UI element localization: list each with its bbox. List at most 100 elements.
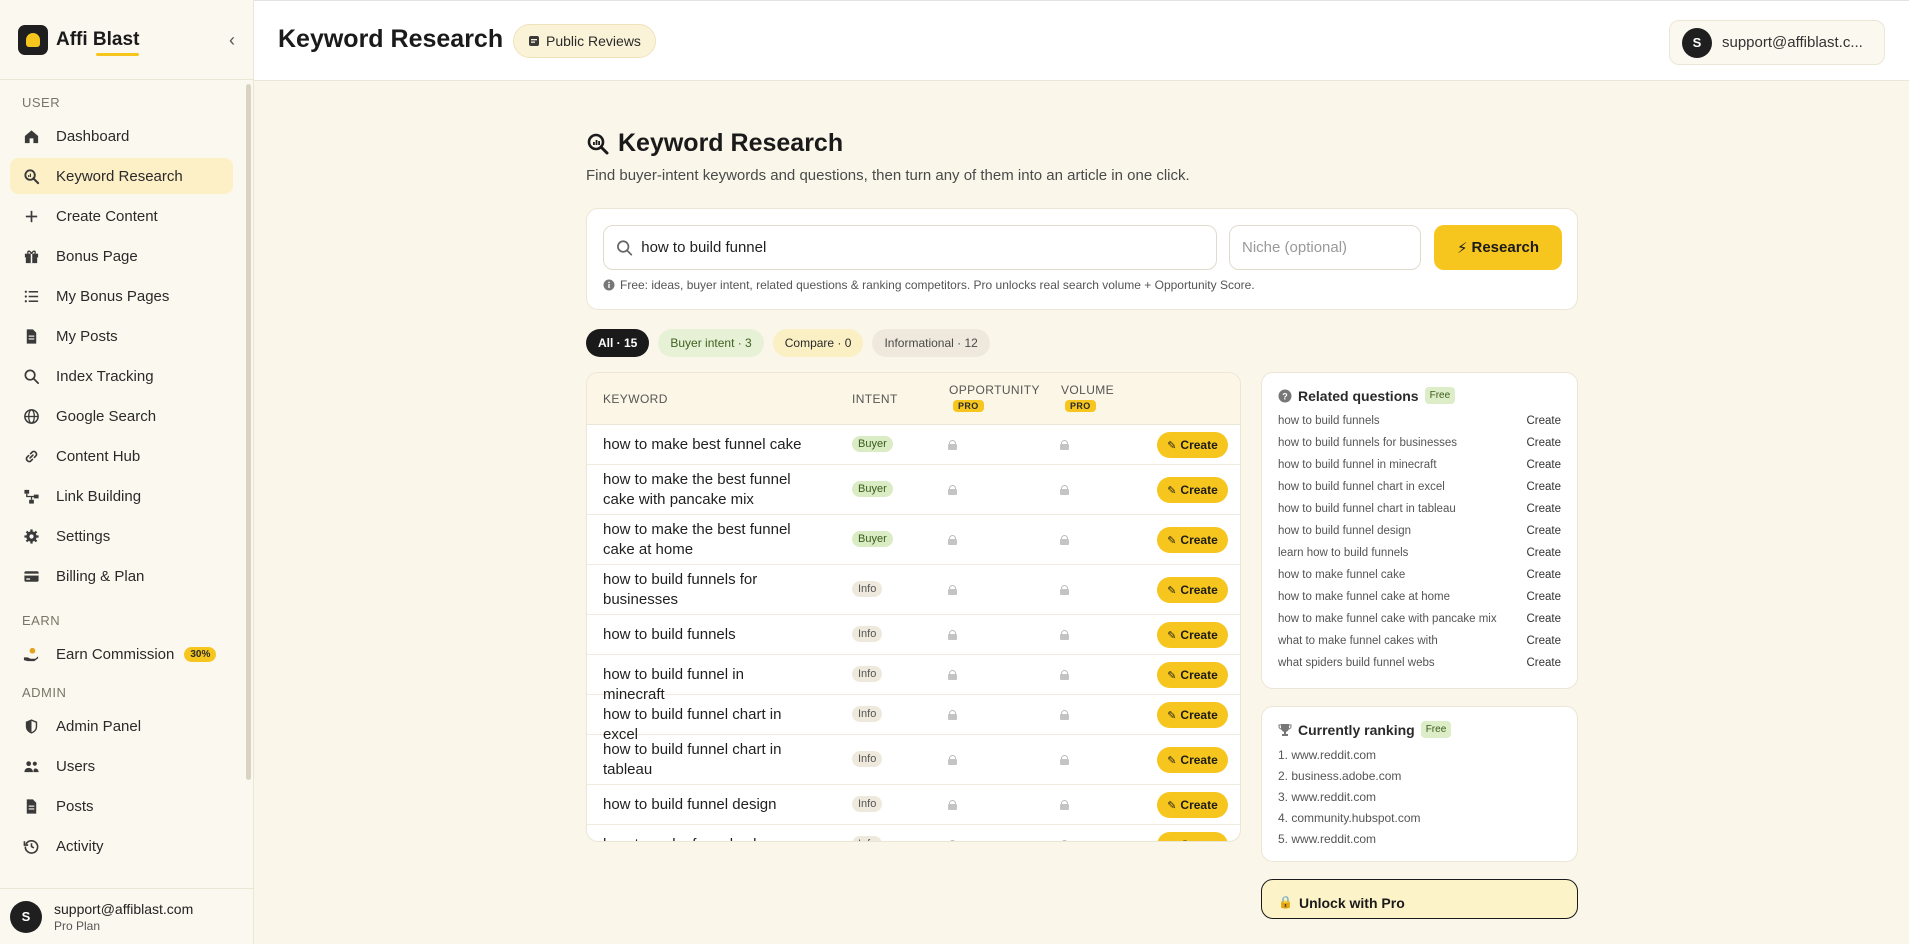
sidebar-item-bonus-page[interactable]: Bonus Page <box>10 238 233 274</box>
sidebar-scrollbar[interactable] <box>246 84 251 780</box>
sidebar-item-index-tracking[interactable]: Index Tracking <box>10 358 233 394</box>
link-icon <box>22 447 40 465</box>
create-link[interactable]: Create <box>1526 524 1561 539</box>
create-label: Create <box>1180 753 1218 767</box>
filter-informational[interactable]: Informational · 12 <box>872 329 990 357</box>
create-link[interactable]: Create <box>1526 590 1561 605</box>
create-article-button[interactable]: ✎Create <box>1157 432 1228 458</box>
unlock-with-pro-card[interactable]: 🔒 Unlock with Pro <box>1261 879 1578 919</box>
related-question: how to build funnels for businesses <box>1278 436 1457 449</box>
unlock-label: Unlock with Pro <box>1298 895 1405 911</box>
lock-icon <box>948 535 957 545</box>
filter-buyer-intent[interactable]: Buyer intent · 3 <box>658 329 764 357</box>
table-row: how to build funnel chart in excel Info ✎ C… <box>587 695 1240 743</box>
related-question-row: learn how to build funnels Create <box>1278 542 1561 564</box>
create-link[interactable]: Create <box>1526 458 1561 473</box>
keyword-cell: how to make funnel cake <box>603 835 803 841</box>
create-article-button[interactable]: ✎Create <box>1157 832 1228 842</box>
home-icon <box>22 127 40 145</box>
sidebar-item-content-hub[interactable]: Content Hub <box>10 438 233 474</box>
create-link[interactable]: Create <box>1526 634 1561 649</box>
create-article-button[interactable]: ✎Create <box>1157 702 1228 728</box>
create-link[interactable]: Create <box>1526 502 1561 517</box>
keyword-search-icon <box>22 167 40 185</box>
create-article-button[interactable]: ✎Create <box>1157 622 1228 648</box>
sidebar-item-label: Link Building <box>56 487 142 505</box>
intent-badge: Buyer <box>852 436 893 452</box>
main-title: Keyword Research <box>618 129 844 157</box>
section-label-user: USER <box>22 95 61 110</box>
top-header: Keyword Research Public Reviews S suppor… <box>254 0 1909 81</box>
keyword-search-input[interactable] <box>641 239 1204 256</box>
create-label: Create <box>1180 533 1218 547</box>
sidebar-nav: USER Dashboard Keyword Research Create Con… <box>0 80 243 889</box>
sidebar-item-my-posts[interactable]: My Posts <box>10 318 233 354</box>
intent-badge: Info <box>852 751 883 767</box>
sidebar-item-dashboard[interactable]: Dashboard <box>10 118 233 154</box>
research-button[interactable]: ⚡ Research <box>1434 225 1562 270</box>
sidebar-item-link-building[interactable]: Link Building <box>10 478 233 514</box>
page-title: Keyword Research <box>278 25 504 53</box>
niche-field[interactable] <box>1229 225 1421 270</box>
sidebar-item-activity[interactable]: Activity <box>10 828 233 864</box>
create-link[interactable]: Create <box>1526 414 1561 429</box>
lock-icon <box>1060 840 1069 841</box>
create-article-button[interactable]: ✎Create <box>1157 527 1228 553</box>
list-icon <box>22 287 40 305</box>
sidebar-item-create-content[interactable]: Create Content <box>10 198 233 234</box>
table-row: how to build funnels for businesses Info ✎… <box>587 565 1240 615</box>
create-link[interactable]: Create <box>1526 612 1561 627</box>
filter-all[interactable]: All · 15 <box>586 329 650 357</box>
intent-badge: Info <box>852 666 883 682</box>
create-link[interactable]: Create <box>1526 480 1561 495</box>
sidebar-item-users[interactable]: Users <box>10 748 233 784</box>
create-link[interactable]: Create <box>1526 546 1561 561</box>
sidebar-item-my-bonus-pages[interactable]: My Bonus Pages <box>10 278 233 314</box>
account-menu-button[interactable]: S support@affiblast.c... <box>1669 20 1885 65</box>
keyword-search-field[interactable] <box>603 225 1217 270</box>
sidebar-item-label: Admin Panel <box>56 717 142 735</box>
sidebar-item-admin-panel[interactable]: Admin Panel <box>10 708 233 744</box>
sidebar-user-account[interactable]: S support@affiblast.com Pro Plan <box>0 888 253 944</box>
ranking-site[interactable]: 2. business.adobe.com <box>1278 765 1561 786</box>
sidebar-item-label: Bonus Page <box>56 247 138 265</box>
gift-icon <box>22 247 40 265</box>
plus-icon <box>22 207 40 225</box>
create-article-button[interactable]: ✎Create <box>1157 747 1228 773</box>
filter-compare[interactable]: Compare · 0 <box>772 329 864 357</box>
niche-input[interactable] <box>1242 239 1408 256</box>
ranking-site[interactable]: 5. www.reddit.com <box>1278 828 1561 849</box>
lock-icon <box>1060 440 1069 450</box>
create-article-button[interactable]: ✎Create <box>1157 662 1228 688</box>
sidebar-item-keyword-research[interactable]: Keyword Research <box>10 158 233 194</box>
sidebar-item-label: Content Hub <box>56 447 141 465</box>
sidebar-item-settings[interactable]: Settings <box>10 518 233 554</box>
reviews-icon <box>529 36 539 46</box>
ranking-site[interactable]: 1. www.reddit.com <box>1278 744 1561 765</box>
magic-wand-icon: ✎ <box>1167 839 1176 842</box>
sidebar-item-posts[interactable]: Posts <box>10 788 233 824</box>
sidebar-item-label: Posts <box>56 797 94 815</box>
main-content: Keyword Research Find buyer-intent keywo… <box>586 81 1578 919</box>
create-article-button[interactable]: ✎Create <box>1157 792 1228 818</box>
collapse-sidebar-icon[interactable]: ‹ <box>229 30 235 51</box>
create-link[interactable]: Create <box>1526 656 1561 671</box>
sidebar-item-google-search[interactable]: Google Search <box>10 398 233 434</box>
create-article-button[interactable]: ✎Create <box>1157 477 1228 503</box>
sidebar-item-earn-commission[interactable]: Earn Commission 30% <box>10 636 233 672</box>
create-link[interactable]: Create <box>1526 568 1561 583</box>
col-volume: VOLUME PRO <box>1061 383 1114 412</box>
create-article-button[interactable]: ✎Create <box>1157 577 1228 603</box>
sidebar-item-label: Create Content <box>56 207 158 225</box>
table-row: how to make best funnel cake Buyer ✎ Create <box>587 425 1240 465</box>
create-link[interactable]: Create <box>1526 436 1561 451</box>
ranking-site[interactable]: 4. community.hubspot.com <box>1278 807 1561 828</box>
ranking-site[interactable]: 3. www.reddit.com <box>1278 786 1561 807</box>
public-reviews-button[interactable]: Public Reviews <box>513 24 656 58</box>
lock-icon: 🔒 <box>1278 895 1293 909</box>
sidebar-item-billing-plan[interactable]: Billing & Plan <box>10 558 233 594</box>
keyword-table: KEYWORD INTENT OPPORTUNITY PRO VOLUME PR… <box>586 372 1241 842</box>
sidebar-item-label: Earn Commission <box>56 645 175 663</box>
trophy-icon <box>1278 723 1292 736</box>
related-question: how to build funnels <box>1278 414 1380 427</box>
